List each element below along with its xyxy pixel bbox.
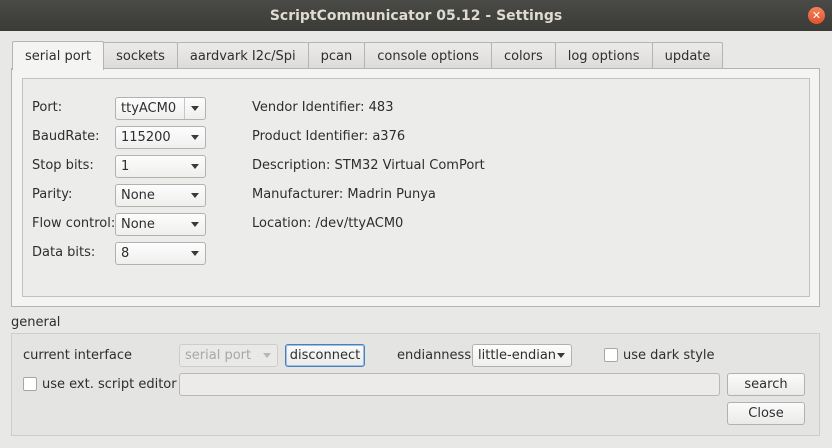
parity-label: Parity: [32, 187, 73, 202]
stop-bits-value: 1 [121, 159, 130, 174]
tab-label: aardvark I2c/Spi [189, 48, 296, 64]
tab-pcan[interactable]: pcan [307, 42, 366, 69]
tab-update[interactable]: update [651, 42, 724, 69]
baudrate-combobox[interactable]: 115200 [115, 126, 206, 149]
data-bits-label: Data bits: [32, 245, 96, 260]
search-label: search [744, 377, 788, 392]
flow-control-value: None [121, 217, 155, 232]
disconnect-label: disconnect [289, 348, 361, 363]
disconnect-button[interactable]: disconnect [285, 344, 365, 367]
parity-value: None [121, 188, 155, 203]
flow-control-label: Flow control: [32, 216, 116, 231]
current-interface-combobox[interactable]: serial port [179, 344, 278, 367]
tab-console-options[interactable]: console options [364, 42, 492, 69]
chevron-down-icon [184, 243, 205, 264]
chevron-down-icon [184, 185, 205, 206]
vendor-identifier: Vendor Identifier: 483 [252, 100, 394, 115]
tab-bar: serial port sockets aardvark I2c/Spi pca… [12, 41, 724, 70]
chevron-down-icon [184, 127, 205, 148]
tab-serial-port[interactable]: serial port [12, 41, 105, 70]
endianness-value: little-endian [478, 348, 557, 363]
chevron-down-icon [184, 214, 205, 235]
editor-path-input[interactable] [179, 373, 720, 396]
data-bits-value: 8 [121, 246, 130, 261]
close-window-button[interactable]: ✕ [808, 7, 825, 24]
port-label: Port: [32, 100, 63, 115]
tab-label: sockets [116, 48, 165, 64]
close-icon: ✕ [811, 9, 822, 22]
window-title: ScriptCommunicator 05.12 - Settings [269, 7, 563, 24]
device-location: Location: /dev/ttyACM0 [252, 216, 404, 231]
search-button[interactable]: search [727, 373, 805, 396]
general-group-title: general [11, 315, 61, 330]
flow-control-combobox[interactable]: None [115, 213, 206, 236]
dark-style-checkbox[interactable] [604, 348, 618, 362]
dark-style-label: use dark style [623, 348, 715, 363]
ext-editor-checkbox[interactable] [23, 377, 37, 391]
title-bar: ScriptCommunicator 05.12 - Settings ✕ [0, 0, 832, 31]
current-interface-label: current interface [23, 348, 133, 363]
current-interface-value: serial port [185, 348, 252, 363]
endianness-label: endianness [397, 348, 472, 363]
tab-label: colors [503, 48, 543, 64]
stop-bits-label: Stop bits: [32, 158, 94, 173]
tab-sockets[interactable]: sockets [103, 42, 178, 69]
tab-label: log options [567, 48, 640, 64]
data-bits-combobox[interactable]: 8 [115, 242, 206, 265]
chevron-down-icon [184, 98, 205, 119]
serial-settings-frame: Port: ttyACM0 BaudRate: 115200 Stop bits… [22, 78, 810, 297]
close-label: Close [748, 406, 784, 421]
general-group: current interface serial port disconnect… [11, 333, 820, 436]
serial-port-panel: Port: ttyACM0 BaudRate: 115200 Stop bits… [11, 68, 820, 307]
tab-colors[interactable]: colors [490, 42, 556, 69]
device-description: Description: STM32 Virtual ComPort [252, 158, 485, 173]
ext-editor-label: use ext. script editor [42, 377, 177, 392]
stop-bits-combobox[interactable]: 1 [115, 155, 206, 178]
chevron-down-icon [256, 345, 277, 366]
chevron-down-icon [184, 156, 205, 177]
tab-aardvark[interactable]: aardvark I2c/Spi [176, 42, 309, 69]
tab-label: console options [377, 48, 479, 64]
device-manufacturer: Manufacturer: Madrin Punya [252, 187, 436, 202]
tab-label: serial port [25, 48, 92, 64]
tab-label: update [664, 48, 711, 64]
tab-log-options[interactable]: log options [554, 42, 653, 69]
endianness-combobox[interactable]: little-endian [472, 344, 572, 367]
port-value: ttyACM0 [121, 101, 177, 116]
chevron-down-icon [550, 345, 571, 366]
tab-label: pcan [320, 48, 353, 64]
close-button[interactable]: Close [727, 402, 805, 425]
port-combobox[interactable]: ttyACM0 [115, 97, 206, 120]
product-identifier: Product Identifier: a376 [252, 129, 406, 144]
baudrate-label: BaudRate: [32, 129, 100, 144]
baudrate-value: 115200 [121, 130, 171, 145]
parity-combobox[interactable]: None [115, 184, 206, 207]
